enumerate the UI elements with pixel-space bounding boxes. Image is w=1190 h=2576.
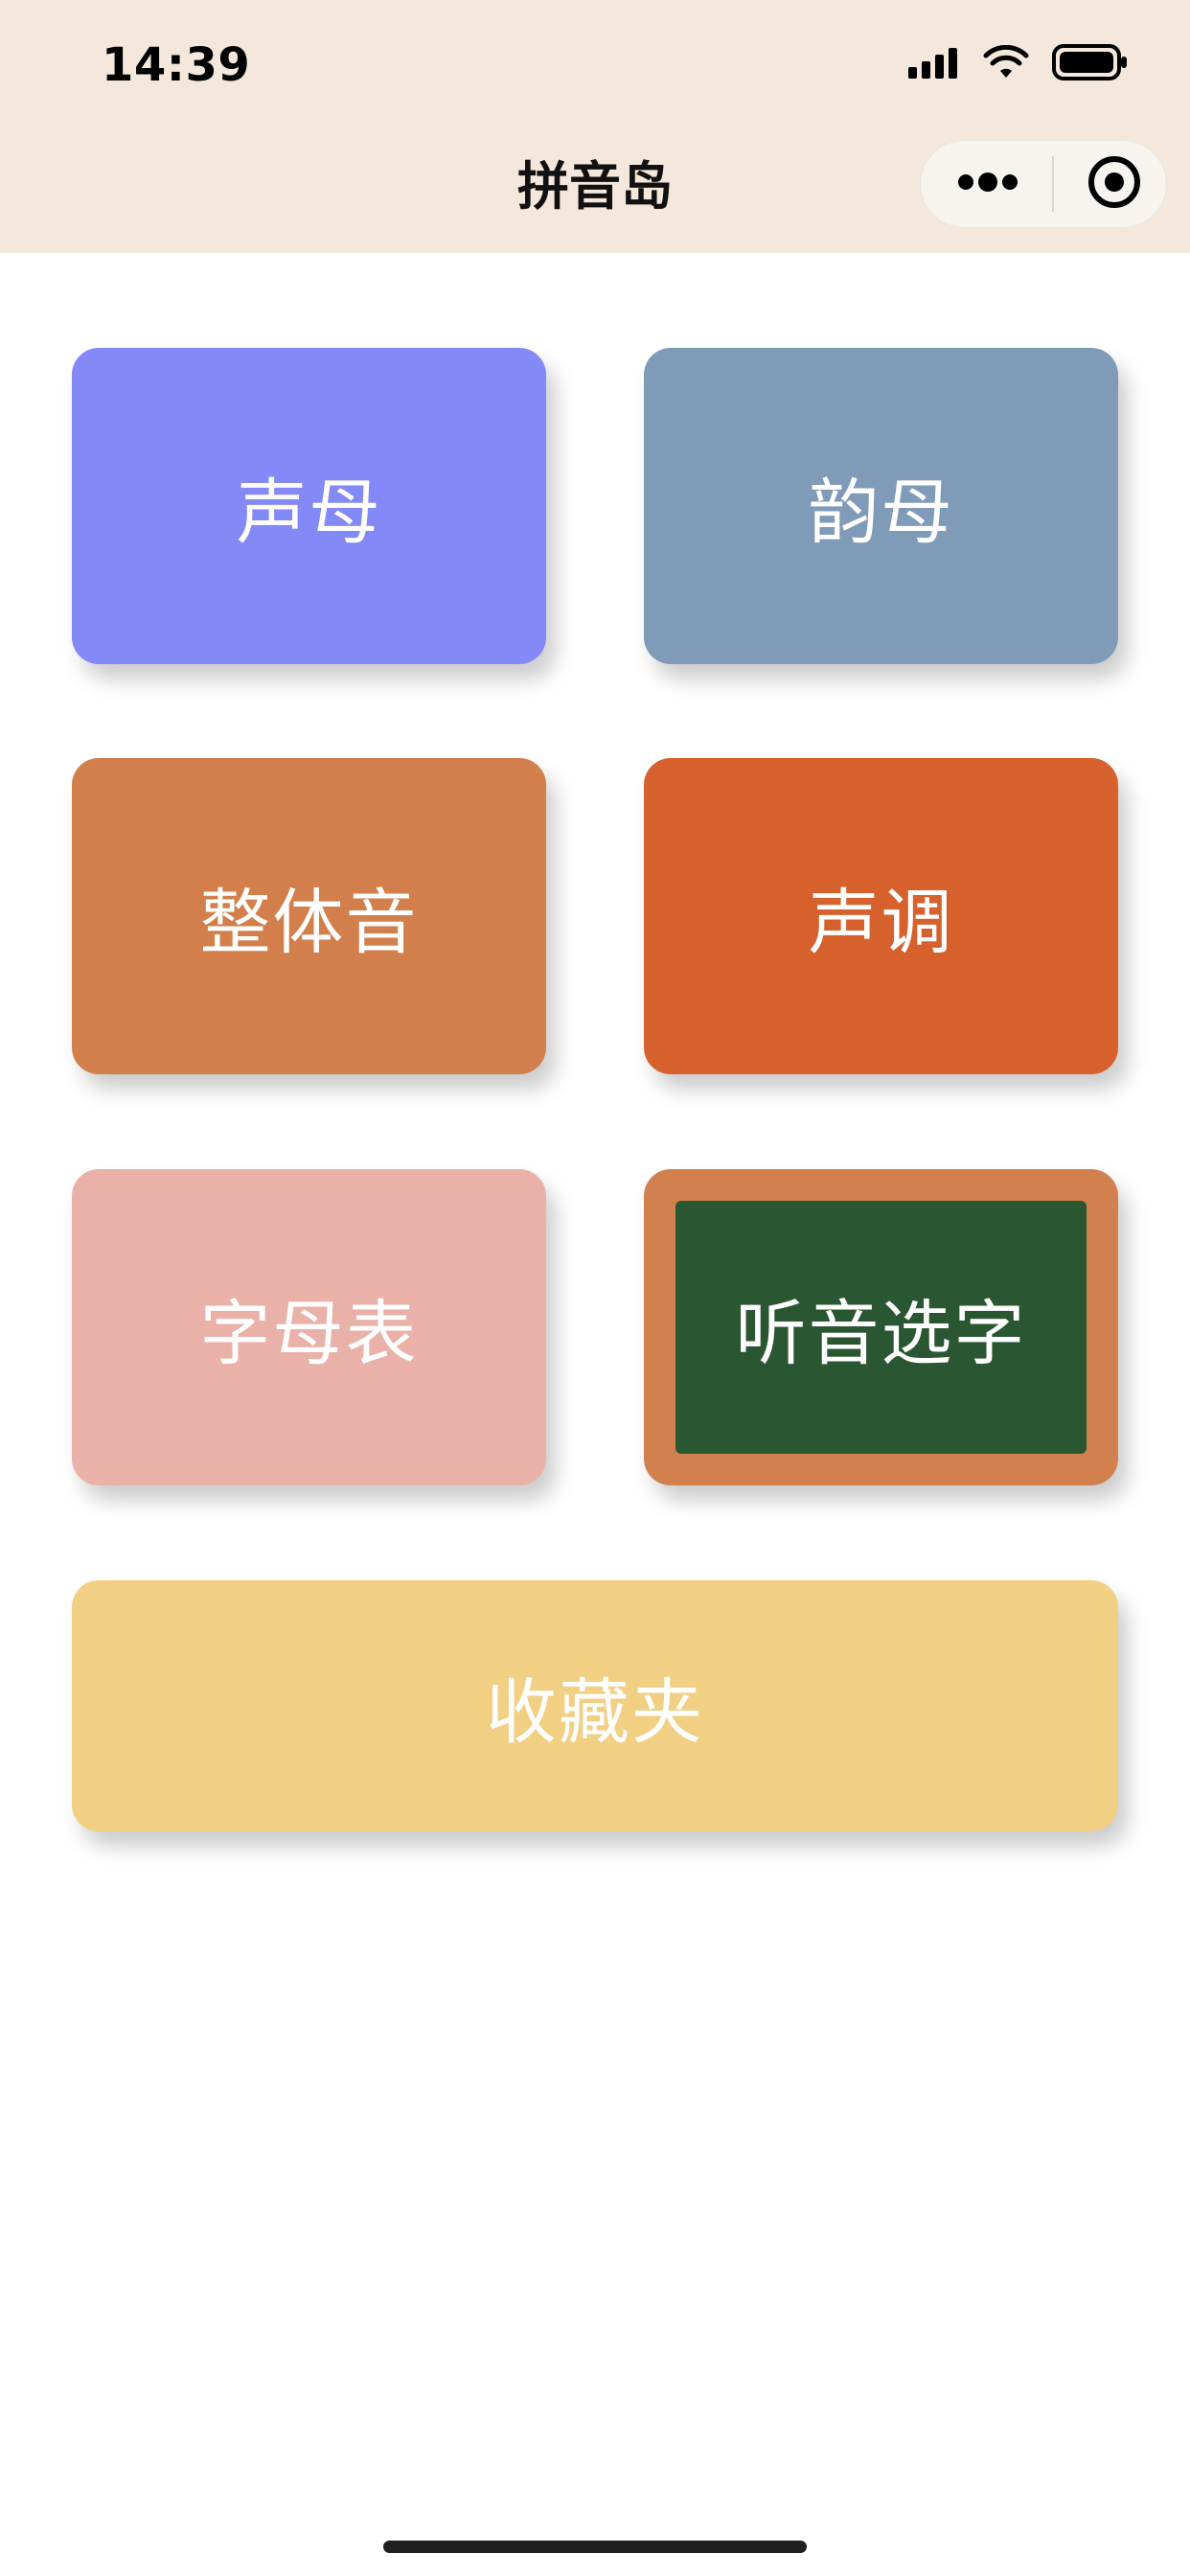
- tile-shoucang-label: 收藏夹: [486, 1670, 704, 1754]
- signal-icon: [908, 46, 960, 82]
- miniprogram-capsule[interactable]: [920, 140, 1167, 228]
- tile-shoucang[interactable]: 收藏夹: [72, 1580, 1118, 1831]
- more-options-icon[interactable]: [956, 172, 1019, 196]
- top-header: 14:39 拼音岛: [0, 0, 1190, 253]
- tile-tingyin-label: 听音选字: [735, 1292, 1027, 1375]
- tile-yunmu-label: 韵母: [808, 471, 954, 554]
- tile-zhengti-label: 整体音: [199, 881, 419, 964]
- close-miniprogram-icon[interactable]: [1087, 154, 1142, 214]
- tile-zimu-label: 字母表: [199, 1292, 419, 1375]
- tile-zhengti[interactable]: 整体音: [72, 758, 546, 1074]
- status-icons: [908, 40, 1129, 88]
- tile-shengmu-label: 声母: [236, 471, 382, 554]
- tile-shengmu[interactable]: 声母: [72, 348, 546, 664]
- wifi-icon: [983, 44, 1029, 83]
- tile-tingyin[interactable]: 听音选字: [644, 1169, 1118, 1485]
- tile-shengdiao[interactable]: 声调: [644, 758, 1118, 1074]
- tile-zimu[interactable]: 字母表: [72, 1169, 546, 1485]
- capsule-divider: [1052, 156, 1054, 212]
- tile-shengdiao-label: 声调: [808, 881, 954, 964]
- battery-icon: [1052, 43, 1129, 85]
- chalkboard: 听音选字: [675, 1201, 1087, 1454]
- tile-yunmu[interactable]: 韵母: [644, 348, 1118, 664]
- status-time: 14:39: [102, 38, 251, 92]
- home-indicator: [383, 2541, 807, 2553]
